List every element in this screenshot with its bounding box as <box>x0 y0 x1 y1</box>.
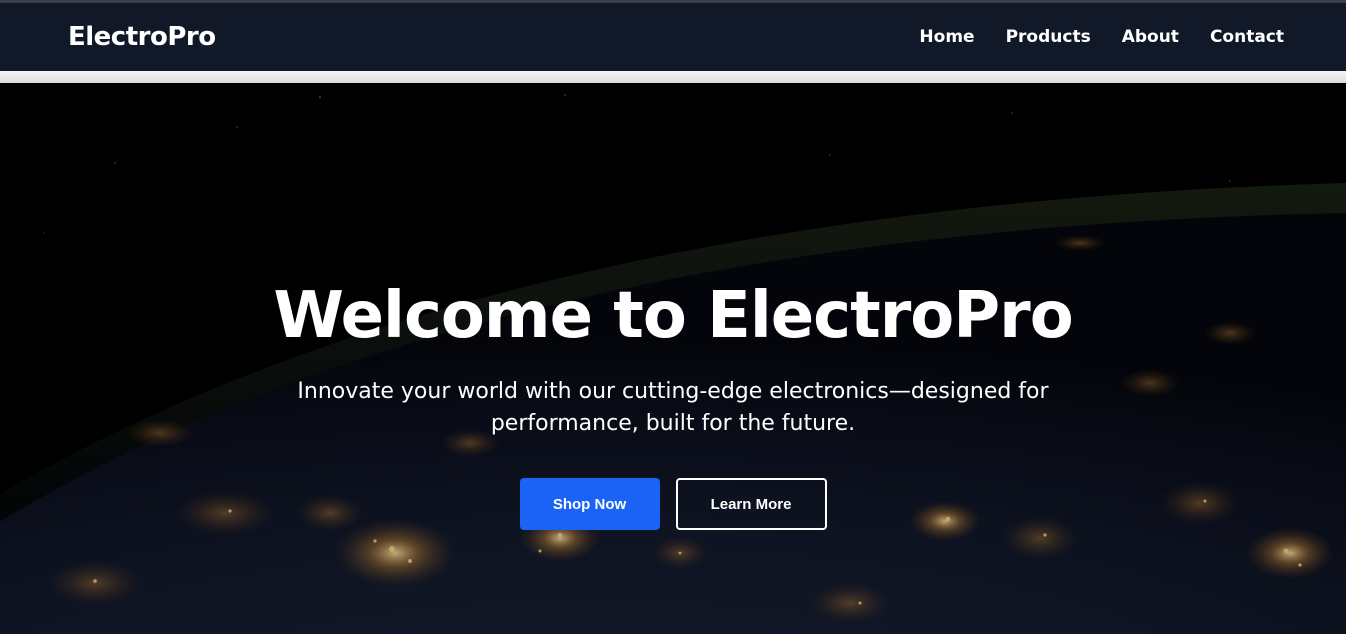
navbar: ElectroPro Home Products About Contact <box>0 3 1346 71</box>
learn-more-button[interactable]: Learn More <box>675 478 827 530</box>
nav-link-about[interactable]: About <box>1122 27 1179 47</box>
hero-section: Welcome to ElectroPro Innovate your worl… <box>0 83 1346 634</box>
shop-now-button[interactable]: Shop Now <box>519 478 660 530</box>
hero-subtitle: Innovate your world with our cutting-edg… <box>297 379 1049 436</box>
nav-link-contact[interactable]: Contact <box>1210 27 1284 47</box>
nav-links: Home Products About Contact <box>919 27 1284 47</box>
page: ElectroPro Home Products About Contact W… <box>0 0 1346 634</box>
nav-link-products[interactable]: Products <box>1006 27 1091 47</box>
hero-title: Welcome to ElectroPro <box>273 279 1073 353</box>
navbar-shadow <box>0 71 1346 83</box>
hero-buttons: Shop Now Learn More <box>0 478 1346 530</box>
hero-content: Welcome to ElectroPro Innovate your worl… <box>0 278 1346 530</box>
nav-link-home[interactable]: Home <box>919 27 974 47</box>
brand-logo[interactable]: ElectroPro <box>68 22 216 52</box>
